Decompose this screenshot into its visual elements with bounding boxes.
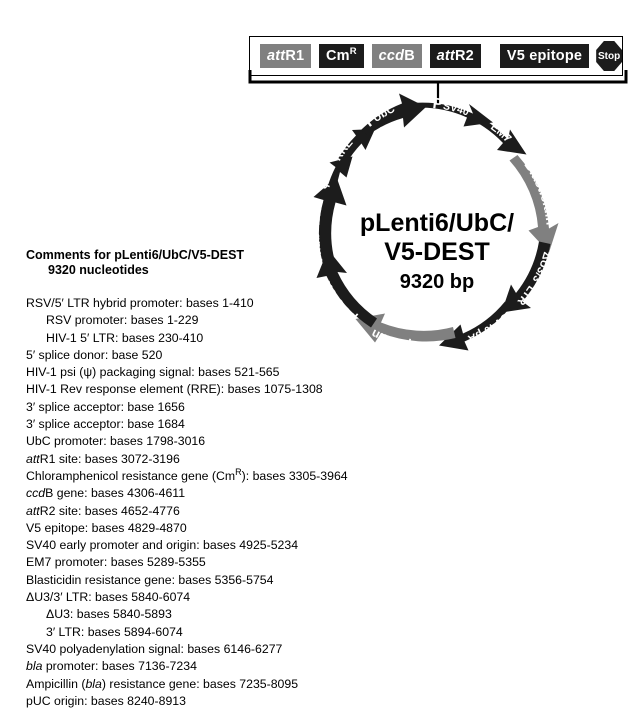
- comment-item: SV40 early promoter and origin: bases 49…: [26, 538, 299, 553]
- map-feature-blasticidin[interactable]: Blasticidin: [509, 155, 559, 253]
- comment-item: Blasticidin resistance gene: bases 5356-…: [26, 572, 274, 587]
- map-feature-pubc[interactable]: P UbC: [361, 93, 426, 136]
- cassette-box-attR1[interactable]: attR1: [260, 44, 312, 68]
- map-feature-du3-3ltr[interactable]: ΔU3/3' LTR: [501, 241, 553, 313]
- arc-label-sv40-pa: SV40 pA: [466, 311, 511, 345]
- comment-item: bla promoter: bases 7136-7234: [26, 659, 197, 674]
- italic-term: att: [26, 503, 40, 518]
- comment-item: pUC origin: bases 8240-8913: [26, 693, 186, 708]
- comment-item: V5 epitope: bases 4829-4870: [26, 520, 187, 535]
- superscript: R: [235, 466, 242, 477]
- bracket-horizontal: [248, 70, 628, 84]
- comments-heading-line-1: Comments for pLenti6/UbC/V5-DEST: [26, 248, 245, 262]
- comment-item: HIV-1 psi (ψ) packaging signal: bases 52…: [26, 365, 280, 380]
- comment-item: ccdB gene: bases 4306-4611: [26, 486, 186, 501]
- italic-term: bla: [26, 659, 43, 674]
- comment-item: attR1 site: bases 3072-3196: [26, 451, 180, 466]
- comments-section: Comments for pLenti6/UbC/V5-DEST 9320 nuc…: [26, 248, 348, 710]
- comment-item: ΔU3: bases 5840-5893: [46, 607, 172, 622]
- map-feature-em7[interactable]: EM7: [478, 118, 527, 155]
- comment-item: ΔU3/3′ LTR: bases 5840-6074: [26, 590, 191, 605]
- stop-codon-icon: Stop: [596, 41, 622, 71]
- arc-label-du3-3ltr: ΔU3/3' LTR: [515, 251, 553, 308]
- comment-item: HIV-1 Rev response element (RRE): bases …: [26, 382, 323, 397]
- comment-item: 3′ splice acceptor: base 1684: [26, 417, 185, 432]
- cassette-spacer-wide: [481, 56, 500, 57]
- cassette-spacer: [364, 56, 372, 57]
- comment-item: 5′ splice donor: base 520: [26, 347, 163, 362]
- arc-label-psi: ψ: [315, 178, 331, 191]
- comment-item: 3′ splice acceptor: base 1656: [26, 399, 185, 414]
- plasmid-size-label: 9320 bp: [400, 271, 474, 293]
- cassette-box-CmR[interactable]: CmR: [319, 44, 364, 68]
- comment-item: UbC promoter: bases 1798-3016: [26, 434, 206, 449]
- arc-label-psv40: P: [432, 95, 444, 113]
- cassette-spacer: [311, 56, 319, 57]
- cassette-box-attR2[interactable]: attR2: [429, 44, 481, 68]
- plasmid-name-line-2: V5-DEST: [384, 238, 490, 266]
- italic-term: bla: [85, 676, 102, 691]
- comment-item: SV40 polyadenylation signal: bases 6146-…: [26, 641, 283, 656]
- comment-item: EM7 promoter: bases 5289-5355: [26, 555, 206, 570]
- comment-item: RSV/5′ LTR hybrid promoter: bases 1-410: [26, 296, 254, 310]
- comments-heading: Comments for pLenti6/UbC/V5-DEST 9320 nuc…: [26, 248, 326, 278]
- comment-item: HIV-1 5′ LTR: bases 230-410: [46, 330, 204, 345]
- map-feature-sv40-pa[interactable]: SV40 pA: [439, 301, 512, 351]
- arc-label-psv40-sub: SV40: [442, 100, 471, 118]
- cassette-spacer: [422, 56, 430, 57]
- plasmid-name-line-1: pLenti6/UbC/: [360, 209, 514, 237]
- italic-term: att: [26, 451, 40, 466]
- comments-heading-line-2: 9320 nucleotides: [48, 263, 149, 277]
- plasmid-circular-map: P SV40 EM7 Blasticidin ΔU3/3' LTR SV40 p…: [297, 88, 577, 373]
- comment-item: attR2 site: bases 4652-4776: [26, 503, 180, 518]
- comment-item: 3′ LTR: bases 5894-6074: [46, 624, 183, 639]
- comment-item: Chloramphenicol resistance gene (CmR): b…: [26, 466, 348, 483]
- comment-item: RSV promoter: bases 1-229: [46, 313, 199, 328]
- cassette-box-ccdB[interactable]: ccdB: [371, 44, 422, 68]
- cassette-box-v5-epitope[interactable]: V5 epitope: [499, 44, 590, 68]
- italic-term: ccd: [26, 486, 46, 501]
- comments-list: RSV/5′ LTR hybrid promoter: bases 1-410 R…: [26, 295, 348, 710]
- comment-item: Ampicillin (bla) resistance gene: bases …: [26, 676, 299, 691]
